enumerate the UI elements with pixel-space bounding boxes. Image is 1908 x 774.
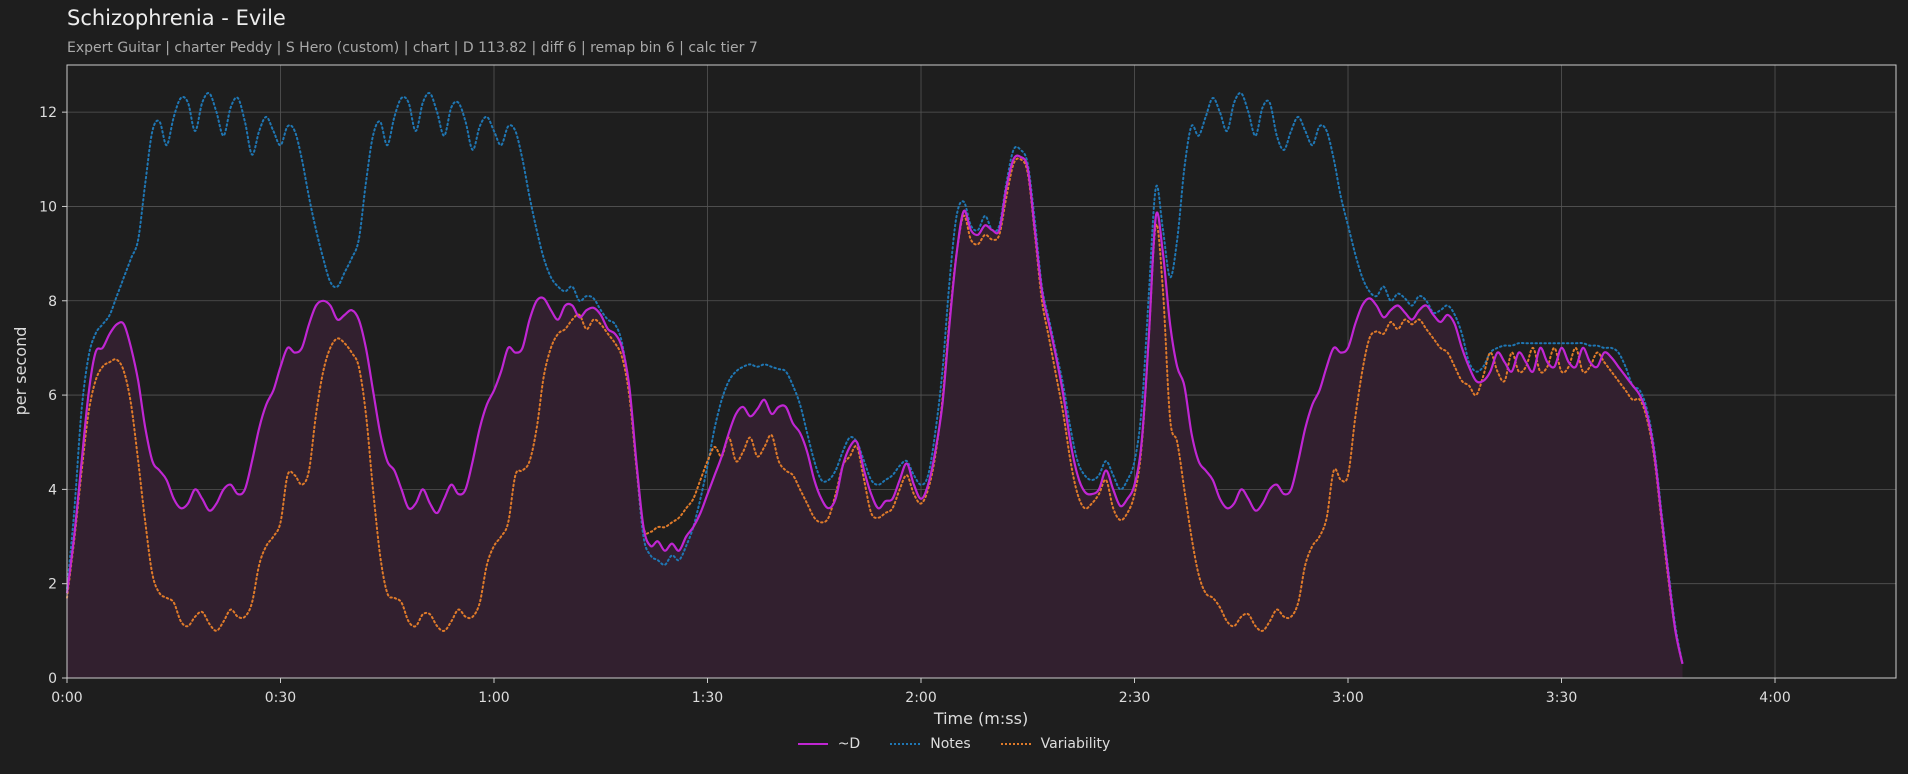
y-tick-label: 0: [48, 671, 57, 687]
x-tick-label: 3:00: [1332, 690, 1363, 706]
x-tick-label: 4:00: [1759, 690, 1790, 706]
legend-swatch-variability: [1000, 743, 1031, 745]
y-tick-label: 6: [48, 388, 57, 404]
x-tick-label: 0:00: [51, 690, 82, 706]
x-axis-label: Time (m:ss): [933, 709, 1028, 728]
x-tick-label: 1:00: [478, 690, 509, 706]
y-tick-label: 10: [39, 199, 57, 215]
x-tick-label: 0:30: [265, 690, 296, 706]
legend-label-notes: Notes: [930, 736, 971, 752]
y-tick-label: 8: [48, 294, 57, 310]
legend-label-variability: Variability: [1040, 736, 1111, 752]
legend-item-variability: Variability: [1000, 736, 1111, 752]
legend-item-d: ~D: [797, 736, 861, 752]
legend-item-notes: Notes: [890, 736, 971, 752]
legend-swatch-d: [797, 743, 828, 745]
x-tick-label: 2:00: [905, 690, 936, 706]
chart-canvas: 0:00 0:30 1:00 1:30 2:00 2:30 3:00 3:30 4:00 0 2 4 6…: [11, 64, 1897, 728]
y-tick-label: 4: [48, 482, 57, 498]
legend: ~D Notes Variability: [0, 736, 1908, 752]
legend-swatch-notes: [890, 743, 921, 745]
legend-label-d: ~D: [837, 736, 861, 752]
x-tick-label: 1:30: [692, 690, 723, 706]
y-tick-label: 2: [48, 577, 57, 593]
y-axis-label: per second: [11, 327, 30, 416]
y-tick-label: 12: [39, 105, 57, 121]
x-tick-label: 2:30: [1119, 690, 1150, 706]
x-tick-label: 3:30: [1546, 690, 1577, 706]
